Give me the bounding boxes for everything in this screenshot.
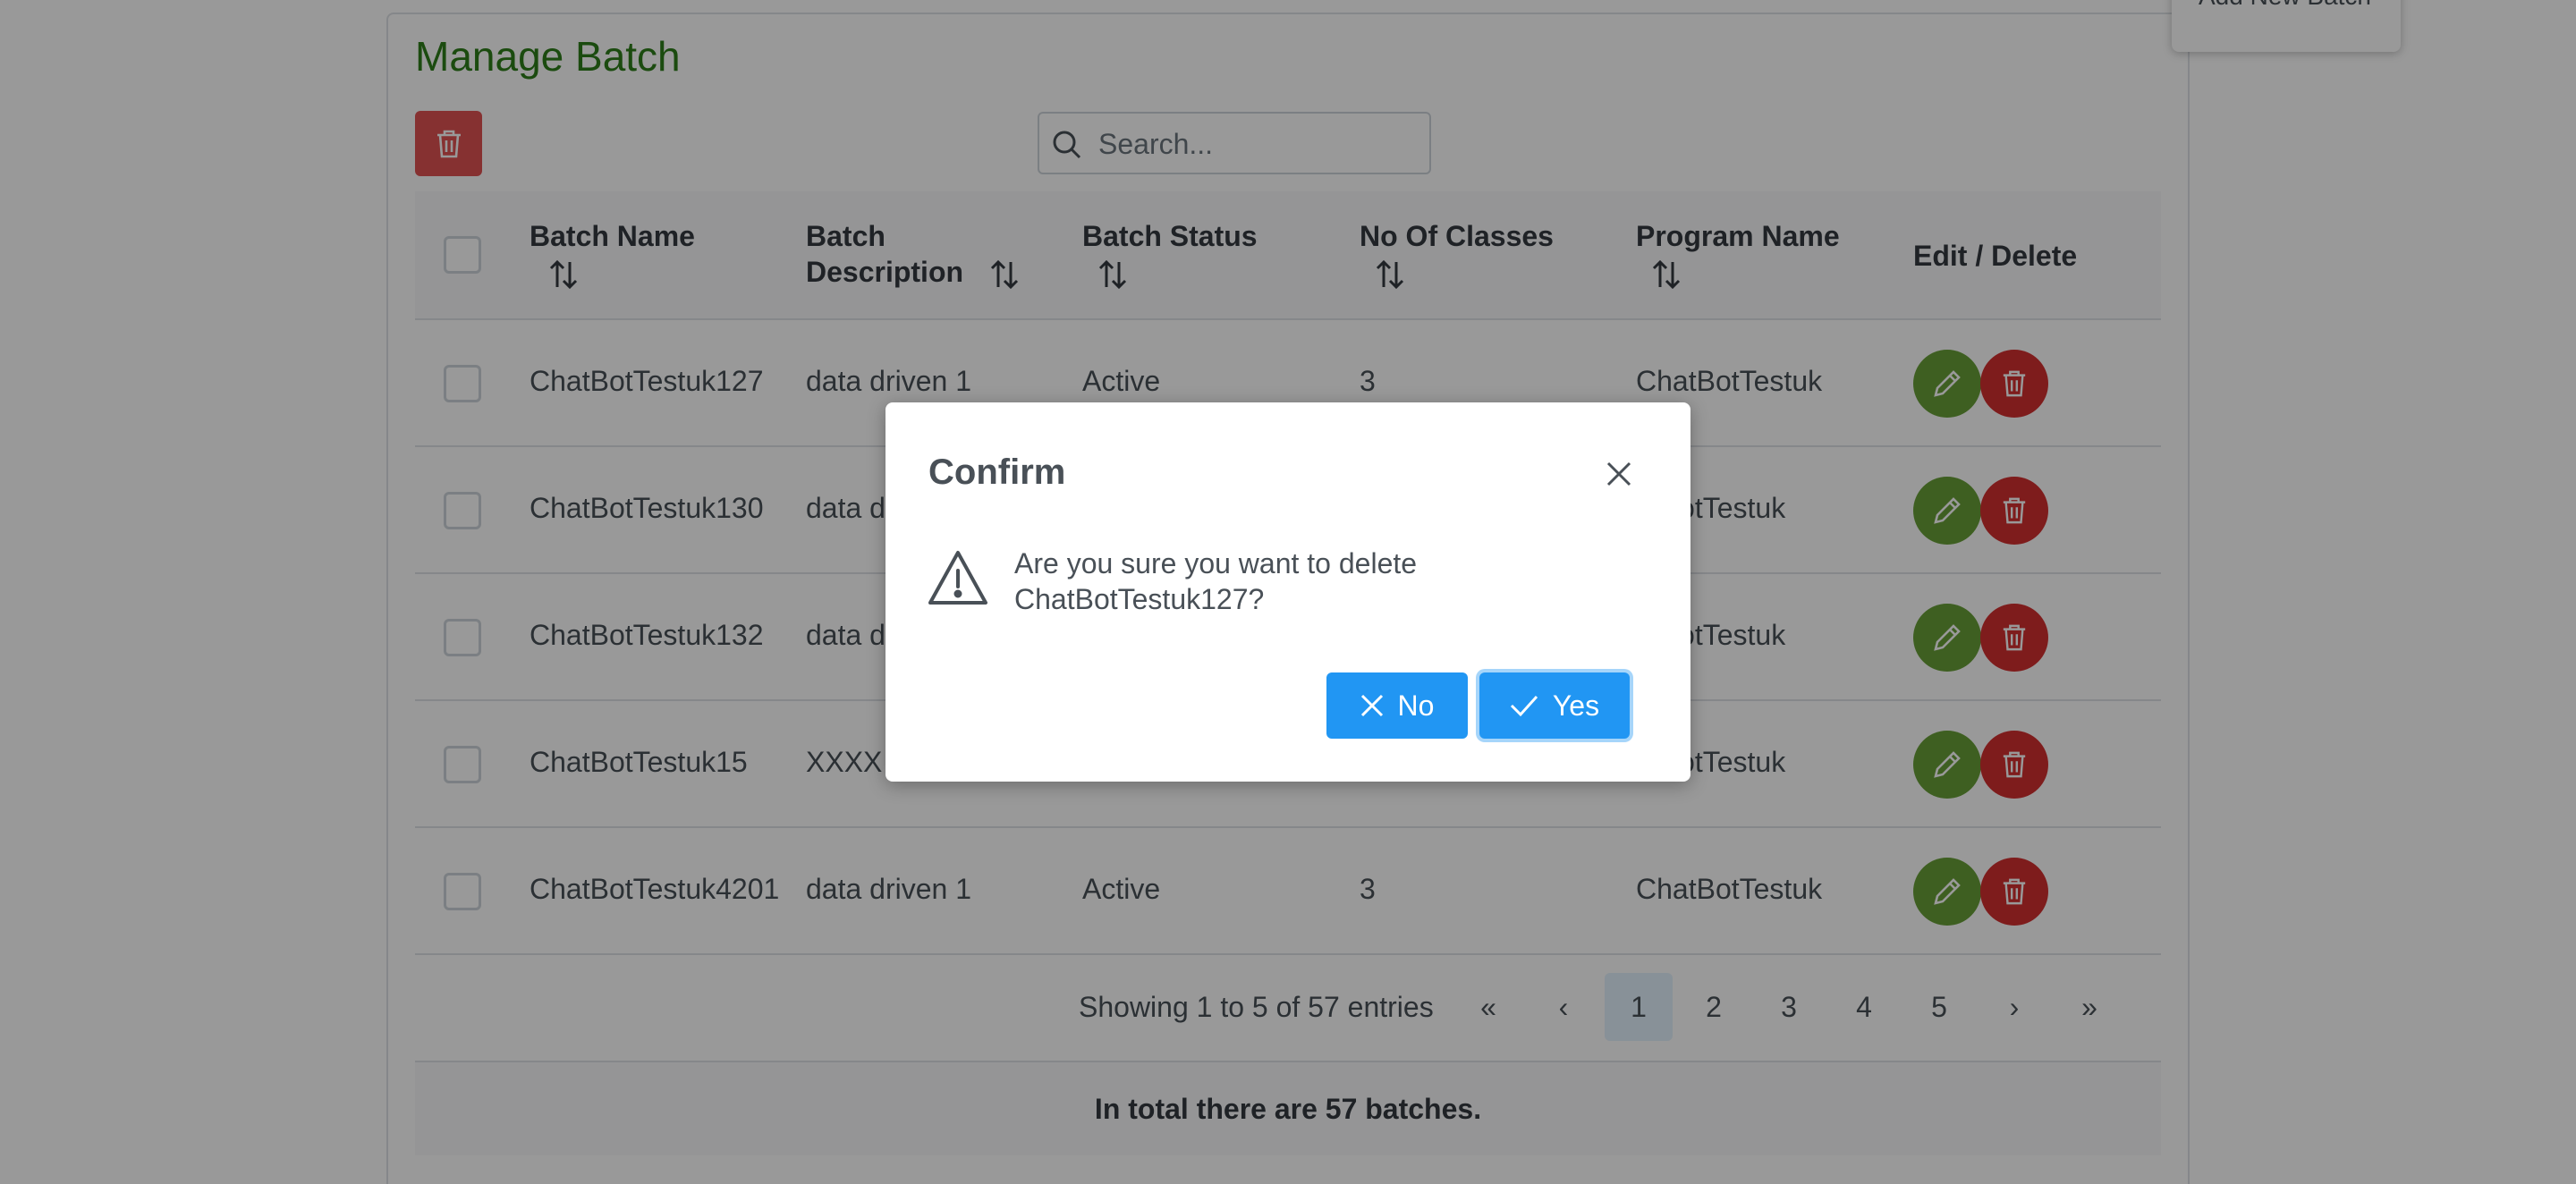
dialog-message: Are you sure you want to delete ChatBotT…: [1014, 547, 1418, 615]
times-icon: [1360, 694, 1383, 717]
no-button-label: No: [1397, 689, 1435, 722]
yes-button[interactable]: Yes: [1479, 672, 1630, 739]
close-icon: [1606, 461, 1631, 486]
confirm-dialog: Confirm Are you sure you want to delete …: [886, 402, 1690, 782]
check-icon: [1510, 695, 1538, 717]
yes-button-label: Yes: [1552, 689, 1600, 722]
warning-icon: [928, 551, 987, 605]
dialog-close-button[interactable]: [1597, 452, 1640, 495]
dialog-title: Confirm: [928, 452, 1066, 492]
no-button[interactable]: No: [1326, 672, 1468, 739]
